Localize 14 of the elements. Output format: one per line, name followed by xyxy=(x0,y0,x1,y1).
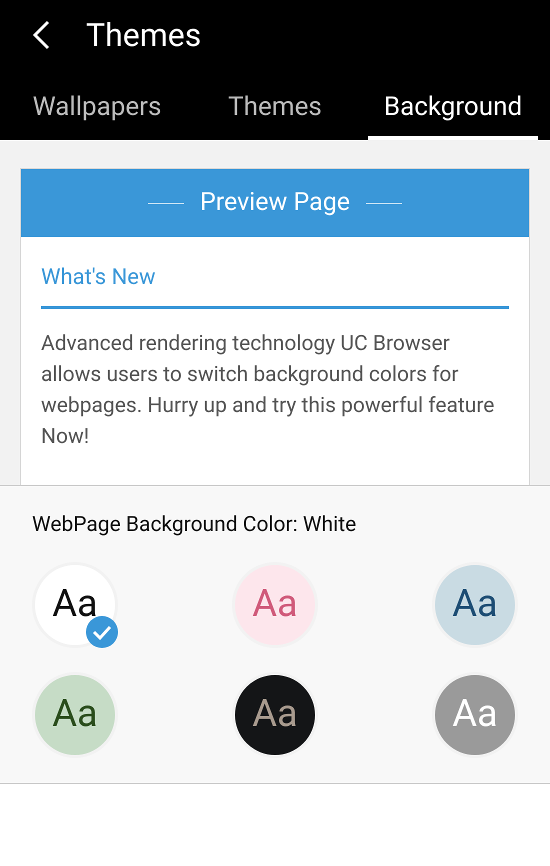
color-swatch[interactable]: Aa xyxy=(32,562,118,648)
preview-text: Advanced rendering technology UC Browser allows users to switch background colors for webpages. Hurry up and try this powerful feature Now! xyxy=(41,331,496,451)
tab[interactable]: Wallpapers xyxy=(12,70,182,140)
color-swatch[interactable]: Aa xyxy=(232,672,318,758)
section-heading: What's New xyxy=(41,237,509,309)
tab[interactable]: Themes xyxy=(190,70,360,140)
back-icon xyxy=(32,20,50,50)
color-swatch[interactable]: Aa xyxy=(432,562,518,648)
background-color-label: WebPage Background Color: White xyxy=(32,512,358,539)
color-swatch[interactable]: Aa xyxy=(32,672,118,758)
checkmark-icon xyxy=(85,614,119,648)
page-title: Themes xyxy=(86,15,202,56)
back-button[interactable] xyxy=(32,20,50,50)
preview-title: Preview Page xyxy=(200,187,350,220)
